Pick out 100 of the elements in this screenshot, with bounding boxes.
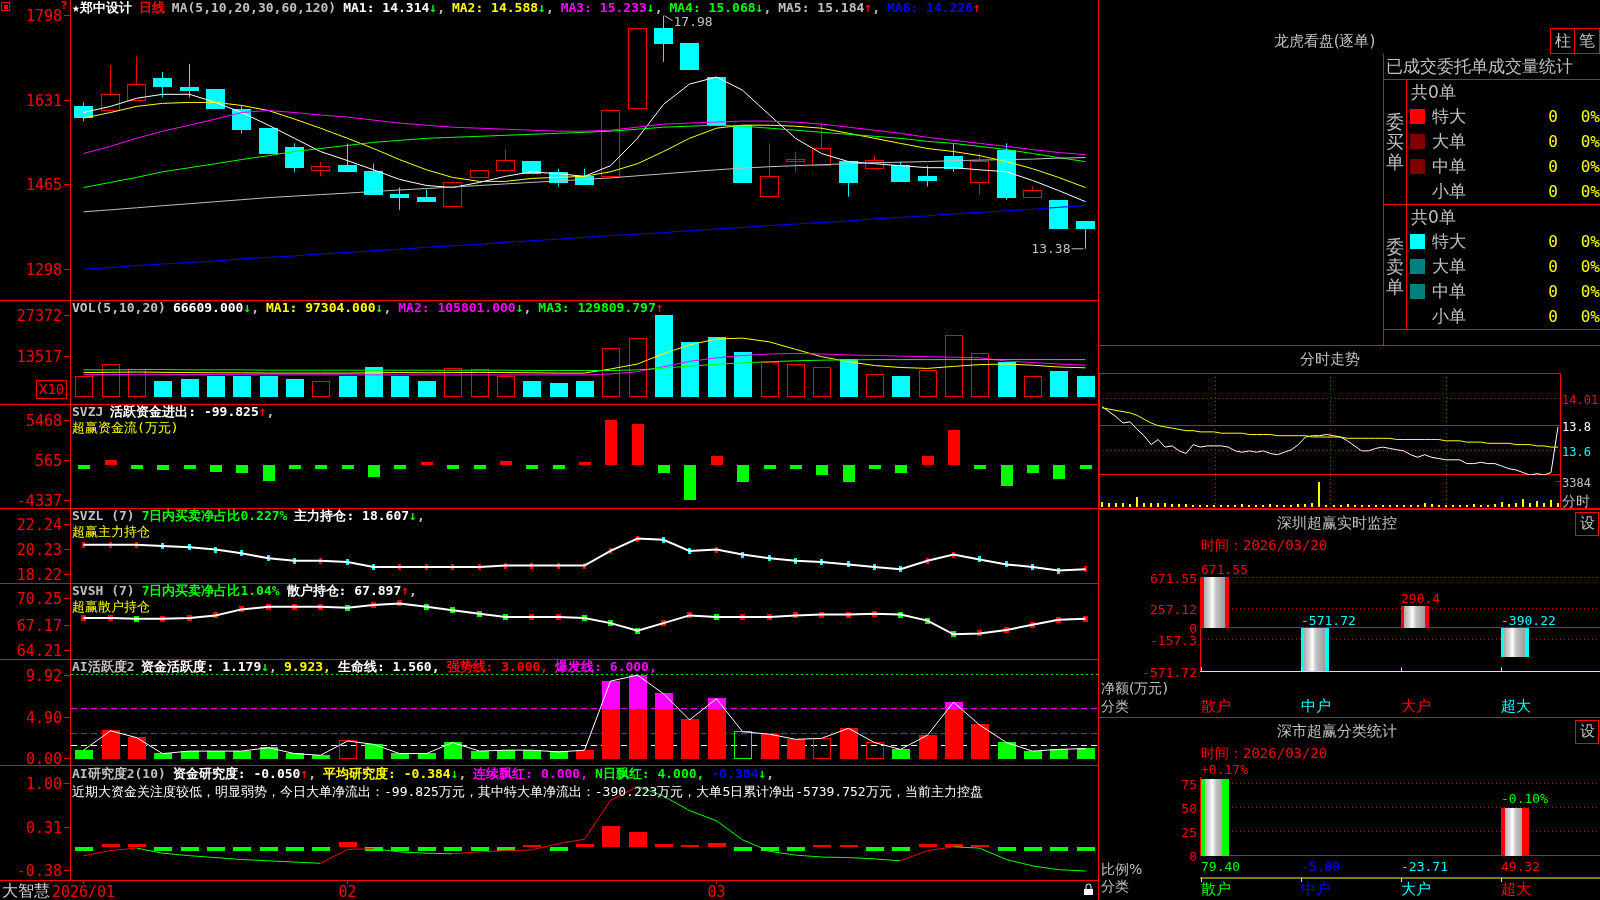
order-count: 0: [1547, 107, 1558, 126]
change-marker: [715, 546, 718, 553]
change-marker: [662, 536, 665, 543]
activity-bar: [733, 731, 752, 760]
change-marker: [1057, 567, 1060, 574]
research-bar: [601, 825, 620, 847]
axis-label: 27372: [16, 306, 62, 325]
table-heading: 已成交委托单成交量统计: [1384, 54, 1600, 80]
indicator-title: 超赢散户持仓: [72, 599, 150, 615]
axis-label: 75: [1181, 776, 1197, 792]
settings-button[interactable]: 设: [1575, 511, 1599, 536]
volume-bar: [259, 375, 278, 397]
flow-bar: [393, 465, 406, 469]
value-label: 79.40: [1201, 858, 1241, 874]
mode-button[interactable]: 柱: [1550, 28, 1575, 54]
value-label: 671.55: [1201, 562, 1248, 577]
indicator-label: 活跃资金进出: -99.825: [110, 404, 259, 420]
research-bar: [259, 846, 278, 852]
flow-bar: [446, 465, 459, 469]
activity-bar: [997, 742, 1016, 760]
square-icon: [1, 2, 10, 11]
change-marker: [292, 603, 297, 610]
indicator-label: 强势线: 3.000,: [446, 659, 549, 675]
candlestick: [206, 88, 225, 109]
order-percent: 0%: [1579, 132, 1600, 151]
research-bar: [496, 846, 515, 852]
indicator-label: ★郑中设计: [72, 0, 132, 16]
change-marker: [135, 541, 138, 548]
change-marker: [398, 563, 401, 570]
axis-label: 70.25: [16, 589, 62, 608]
trend-arrow: ↓,: [450, 766, 467, 782]
candlestick: [496, 149, 515, 172]
price-annotation: 13.38: [1031, 240, 1084, 256]
activity-bar: [206, 750, 225, 760]
axis-label: 13.6: [1562, 444, 1591, 459]
change-marker: [529, 614, 534, 621]
research-bar: [285, 846, 304, 852]
change-marker: [319, 557, 322, 564]
indicator-label: 平均研究度: -0.384: [323, 766, 451, 782]
mode-button[interactable]: 笔: [1575, 28, 1600, 54]
candlestick: [812, 122, 831, 167]
indicator-label: SVZJ: [72, 404, 104, 420]
indicator-label: MA5: 15.184: [778, 0, 865, 16]
change-marker: [450, 607, 455, 614]
activity-bar: [812, 737, 831, 760]
candlestick: [891, 161, 910, 182]
activity-bar: [891, 748, 910, 760]
flow-bar: [235, 465, 248, 474]
candlestick: [707, 76, 726, 126]
volume-bar: [865, 373, 884, 397]
settings-button[interactable]: 设: [1575, 719, 1599, 744]
indicator-label: MA2: 105801.000: [398, 300, 516, 316]
volume-bar: [918, 370, 937, 397]
flow-bar: [921, 455, 934, 466]
activity-bar: [549, 751, 568, 760]
change-marker: [1056, 616, 1061, 623]
research-bar: [443, 846, 462, 852]
change-marker: [898, 611, 903, 618]
change-marker: [451, 563, 454, 570]
axis-label: 1798: [25, 6, 62, 25]
candlestick: [153, 71, 172, 98]
axis-label: 4.90: [25, 708, 62, 727]
volume-bar: [680, 341, 699, 397]
change-marker: [556, 614, 561, 621]
trend-arrow: ↓,: [261, 659, 277, 675]
activity-bar: [417, 753, 436, 760]
trend-arrow: ↑,: [401, 583, 417, 599]
flow-bar: [815, 465, 828, 476]
volume-bar: [311, 380, 330, 397]
change-marker: [503, 614, 508, 621]
research-bar: [364, 846, 383, 852]
category-label: 散户: [1201, 697, 1231, 715]
research-bar: [549, 846, 568, 852]
activity-bar: [311, 754, 330, 760]
change-marker: [424, 603, 429, 610]
candlestick: [865, 155, 884, 170]
trend-arrow: ↑,: [300, 766, 317, 782]
activity-bar: [101, 730, 120, 760]
value-label: -571.72: [1301, 612, 1356, 628]
indicator-label: 日线: [138, 0, 165, 16]
indicator-label: SVZL (7): [72, 508, 135, 524]
flow-bar: [499, 461, 512, 466]
change-marker: [318, 603, 323, 610]
side-label: 委买单: [1386, 112, 1404, 172]
flow-bar: [604, 419, 617, 466]
order-count: 0: [1547, 132, 1558, 151]
change-marker: [608, 620, 613, 627]
change-marker: [688, 547, 691, 554]
change-marker: [504, 562, 507, 569]
net-amount-bar: [1401, 605, 1429, 628]
volume-bar: [1076, 376, 1095, 397]
flow-bar: [104, 459, 117, 466]
change-marker: [714, 614, 719, 621]
change-marker: [82, 541, 85, 548]
change-marker: [952, 551, 955, 558]
volume-bar: [1049, 371, 1068, 397]
volume-bar: [417, 380, 436, 397]
indicator-label: 7日内买卖净占比1.04%: [141, 583, 280, 599]
volume-bar: [364, 367, 383, 397]
change-marker: [160, 615, 165, 622]
